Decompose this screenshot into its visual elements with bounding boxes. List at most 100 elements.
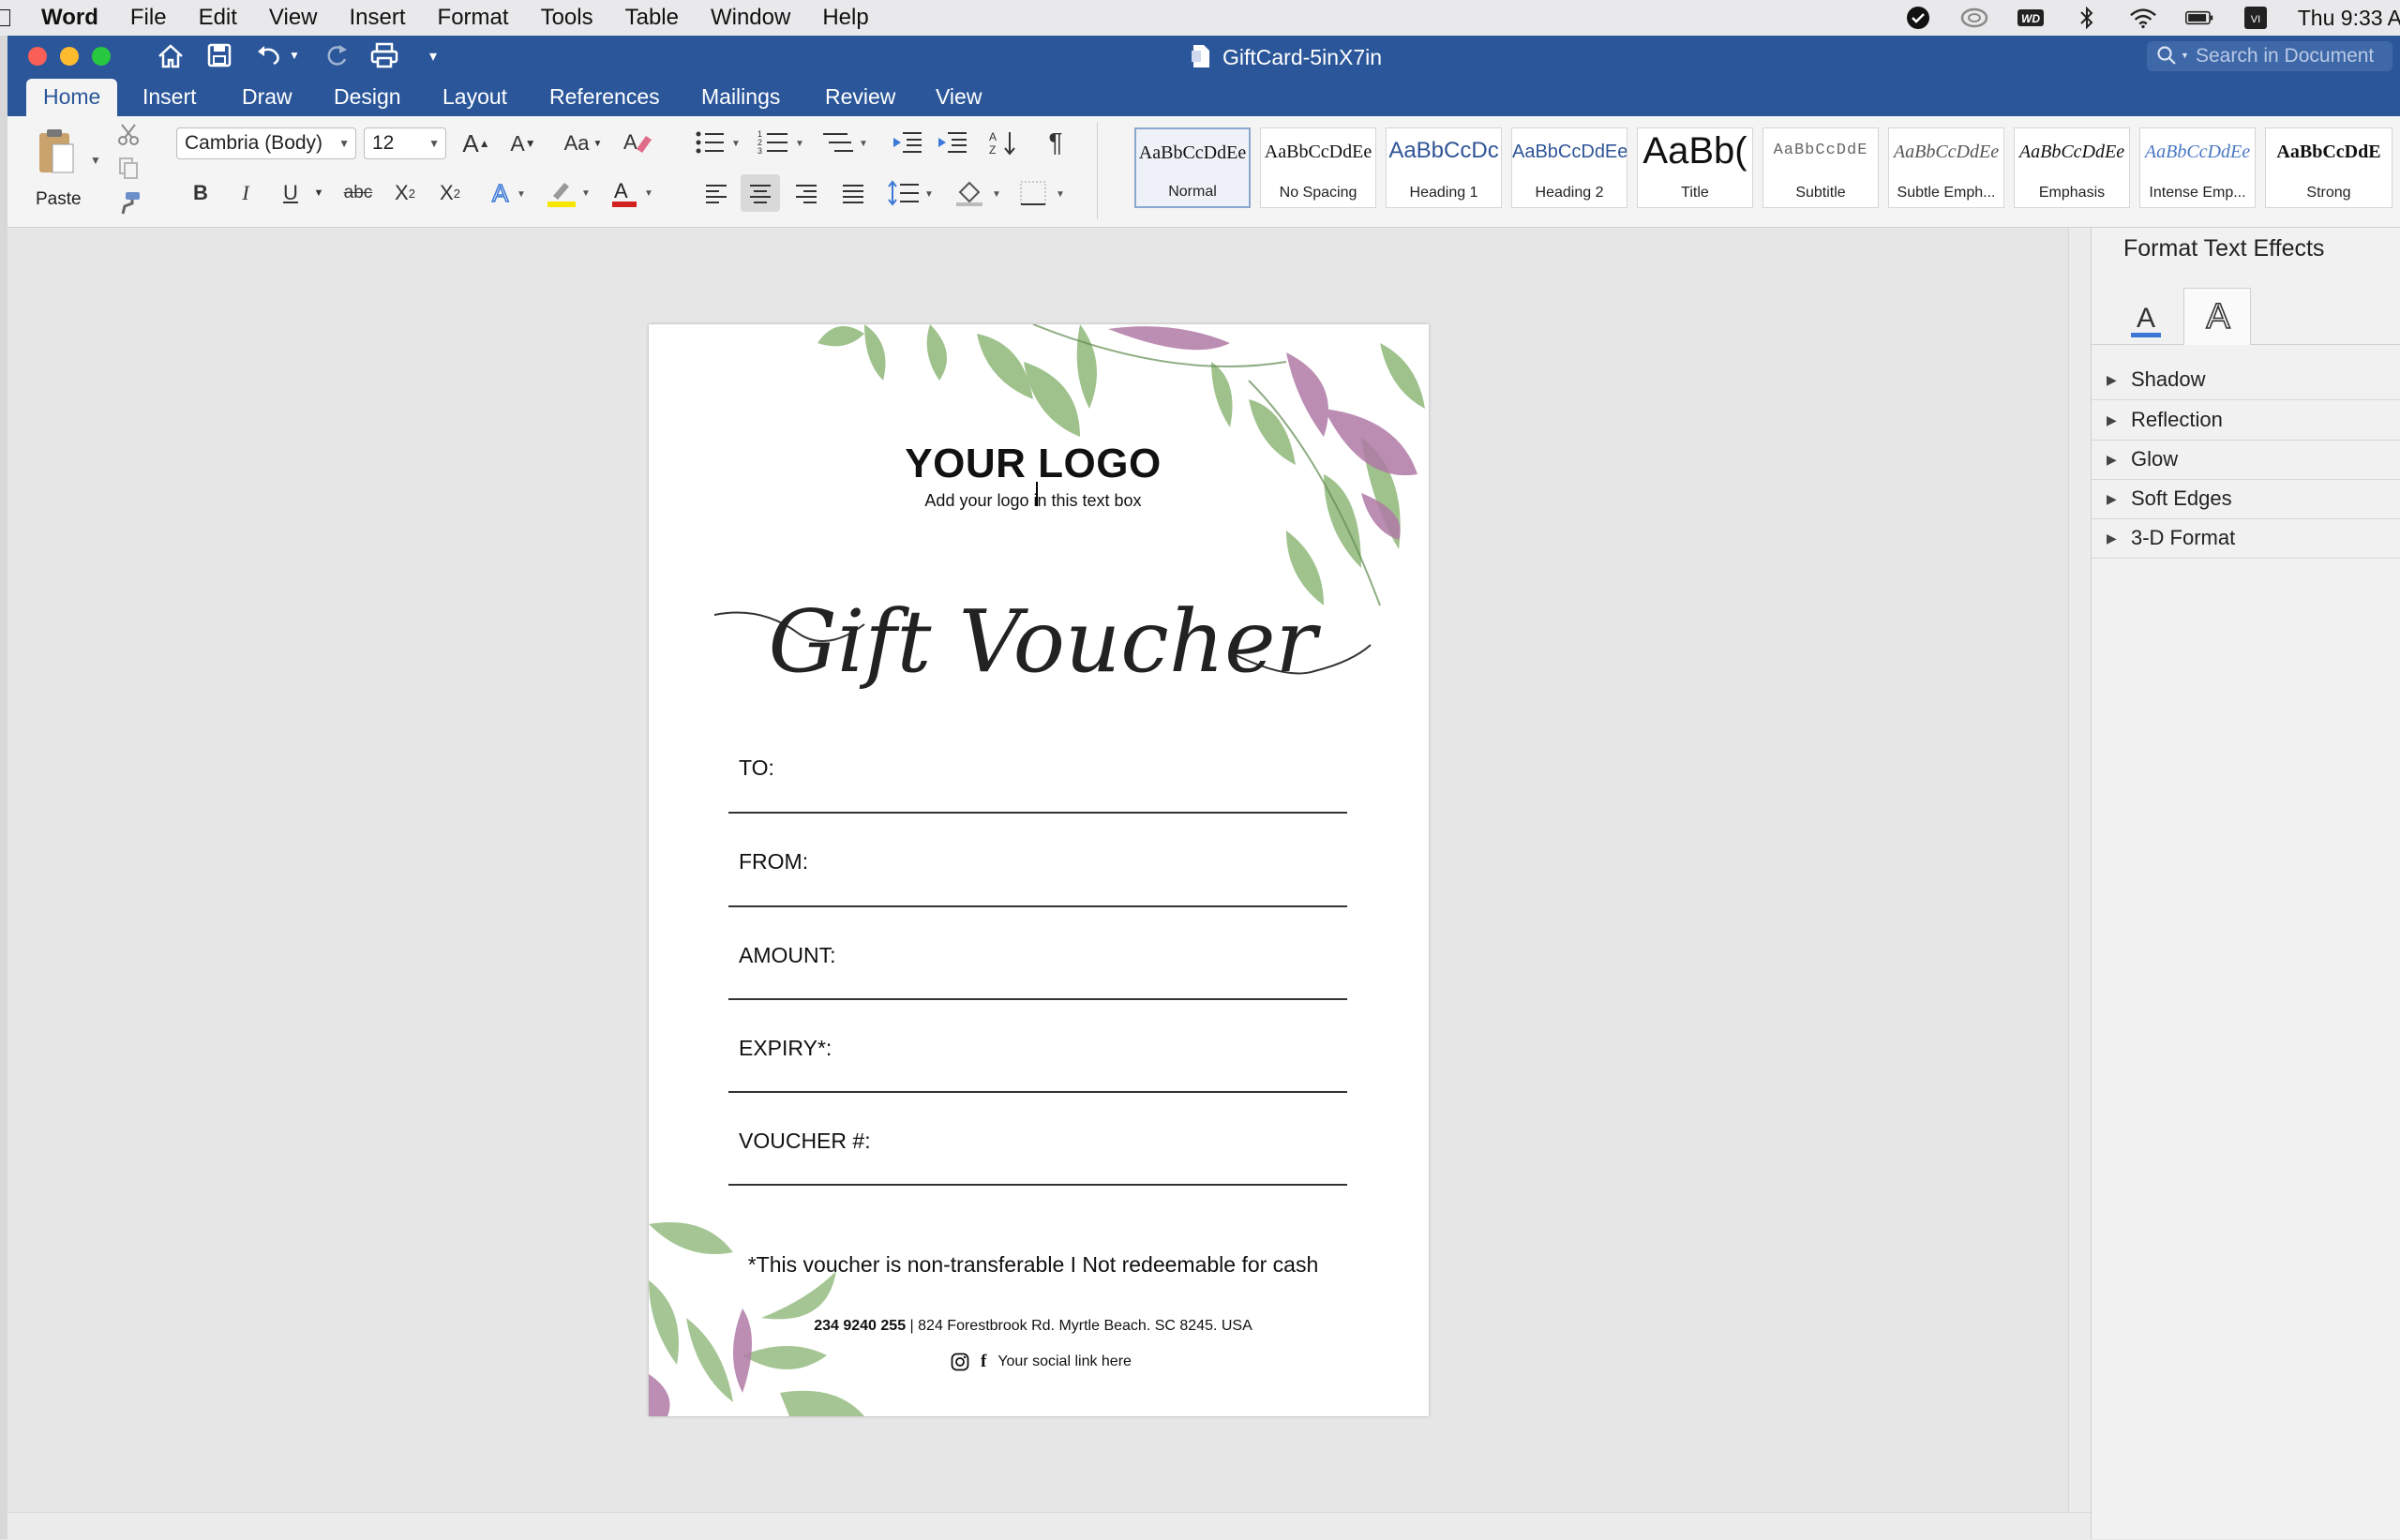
horizontal-scrollbar[interactable] xyxy=(8,1512,2091,1540)
menu-help[interactable]: Help xyxy=(822,5,868,31)
style-subtitle[interactable]: AaBbCcDdE Subtitle xyxy=(1762,127,1879,208)
justify-button[interactable] xyxy=(836,176,870,210)
underline-button[interactable]: U xyxy=(274,176,308,210)
wifi-icon[interactable] xyxy=(2129,6,2157,30)
bluetooth-icon[interactable] xyxy=(2073,6,2101,30)
subscript-button[interactable]: X2 xyxy=(386,176,424,210)
bullets-icon[interactable]: ▼ xyxy=(692,126,748,159)
clear-formatting-icon[interactable]: A xyxy=(619,126,656,159)
battery-icon[interactable] xyxy=(2184,6,2213,30)
print-icon[interactable] xyxy=(369,42,399,73)
minimize-window-button[interactable] xyxy=(60,47,79,66)
cut-icon[interactable] xyxy=(116,122,141,151)
tab-layout[interactable]: Layout xyxy=(442,79,507,116)
menu-window[interactable]: Window xyxy=(711,5,790,31)
show-formatting-marks-icon[interactable]: ¶ xyxy=(1037,126,1074,159)
menu-edit[interactable]: Edit xyxy=(199,5,237,31)
pane-section-shadow[interactable]: ▶ Shadow xyxy=(2092,360,2400,400)
tab-review[interactable]: Review xyxy=(825,79,895,116)
field-to-label[interactable]: TO: xyxy=(739,755,774,781)
customize-toolbar-icon[interactable]: ▾ xyxy=(429,47,437,66)
line-spacing-icon[interactable]: ▼ xyxy=(885,174,941,212)
menu-insert[interactable]: Insert xyxy=(350,5,406,31)
shrink-font-icon[interactable]: A ▼ xyxy=(504,127,542,159)
increase-indent-icon[interactable] xyxy=(934,126,971,159)
format-painter-icon[interactable] xyxy=(116,189,142,220)
apple-icon[interactable]:  xyxy=(0,4,13,33)
align-left-button[interactable] xyxy=(699,176,733,210)
tab-design[interactable]: Design xyxy=(334,79,401,116)
style-normal[interactable]: AaBbCcDdEe Normal xyxy=(1134,127,1251,208)
redo-icon[interactable] xyxy=(324,42,351,73)
clock[interactable]: Thu 9:33 A xyxy=(2298,6,2400,31)
field-from-label[interactable]: FROM: xyxy=(739,849,808,875)
style-subtle-emphasis[interactable]: AaBbCcDdEe Subtle Emph... xyxy=(1888,127,2004,208)
creative-cloud-icon[interactable] xyxy=(1960,6,1988,30)
style-emphasis[interactable]: AaBbCcDdEe Emphasis xyxy=(2014,127,2130,208)
disclaimer-text[interactable]: *This voucher is non-transferable I Not … xyxy=(649,1252,1418,1278)
font-color-icon[interactable]: A ▼ xyxy=(608,174,660,212)
sort-icon[interactable]: AZ xyxy=(984,126,1022,159)
strikethrough-button[interactable]: abc xyxy=(336,176,381,210)
social-line[interactable]: f Your social link here xyxy=(951,1352,1132,1372)
menu-tools[interactable]: Tools xyxy=(541,5,593,31)
paste-button[interactable]: ▼ Paste xyxy=(26,124,101,217)
pane-section-glow[interactable]: ▶ Glow xyxy=(2092,440,2400,480)
text-effects-icon[interactable]: A ▼ xyxy=(484,174,534,212)
tab-view[interactable]: View xyxy=(936,79,982,116)
paste-dropdown-icon[interactable]: ▼ xyxy=(90,154,101,167)
menu-table[interactable]: Table xyxy=(625,5,679,31)
highlight-color-icon[interactable]: ▼ xyxy=(542,174,598,212)
checkmark-status-icon[interactable] xyxy=(1904,6,1932,30)
style-strong[interactable]: AaBbCcDdE Strong xyxy=(2265,127,2392,208)
menu-file[interactable]: File xyxy=(130,5,167,31)
multilevel-list-icon[interactable]: ▼ xyxy=(819,126,876,159)
font-name-select[interactable]: Cambria (Body) ▼ xyxy=(176,127,356,159)
text-fill-outline-tab-icon[interactable]: A xyxy=(2125,297,2167,340)
style-heading-2[interactable]: AaBbCcDdEe Heading 2 xyxy=(1511,127,1628,208)
tab-home[interactable]: Home xyxy=(26,79,118,116)
bold-button[interactable]: B xyxy=(184,176,218,210)
zoom-window-button[interactable] xyxy=(92,47,111,66)
gift-voucher-heading[interactable]: Gift Voucher xyxy=(768,591,1321,692)
save-icon[interactable] xyxy=(206,42,232,73)
wd-drive-icon[interactable]: WD xyxy=(2017,6,2045,30)
undo-icon[interactable] xyxy=(255,42,283,73)
search-box[interactable]: ▼ Search in Document xyxy=(2147,41,2392,71)
contact-line[interactable]: 234 9240 255 | 824 Forestbrook Rd. Myrtl… xyxy=(649,1318,1418,1335)
input-source-icon[interactable]: VI xyxy=(2242,6,2270,30)
close-window-button[interactable] xyxy=(28,47,47,66)
change-case-icon[interactable]: Aa ▼ xyxy=(559,127,608,159)
style-intense-emphasis[interactable]: AaBbCcDdEe Intense Emp... xyxy=(2139,127,2256,208)
logo-title[interactable]: YOUR LOGO xyxy=(649,441,1418,487)
pane-section-3d-format[interactable]: ▶ 3-D Format xyxy=(2092,518,2400,559)
field-expiry-label[interactable]: EXPIRY*: xyxy=(739,1036,832,1061)
shading-icon[interactable]: ▼ xyxy=(952,174,1009,212)
align-center-button[interactable] xyxy=(741,174,780,212)
tab-insert[interactable]: Insert xyxy=(142,79,197,116)
logo-subtitle[interactable]: Add your logo in this text box xyxy=(649,491,1418,511)
home-icon[interactable] xyxy=(156,41,186,76)
tab-draw[interactable]: Draw xyxy=(242,79,292,116)
document-page[interactable]: YOUR LOGO Add your logo in this text box… xyxy=(649,324,1429,1416)
field-voucher-number-label[interactable]: VOUCHER #: xyxy=(739,1129,871,1154)
tab-references[interactable]: References xyxy=(549,79,660,116)
style-heading-1[interactable]: AaBbCcDc Heading 1 xyxy=(1386,127,1502,208)
decrease-indent-icon[interactable] xyxy=(889,126,926,159)
copy-icon[interactable] xyxy=(116,156,141,185)
undo-dropdown-icon[interactable]: ▼ xyxy=(289,49,300,62)
borders-icon[interactable]: ▼ xyxy=(1016,174,1072,212)
field-amount-label[interactable]: AMOUNT: xyxy=(739,943,836,968)
align-right-button[interactable] xyxy=(789,176,823,210)
numbering-icon[interactable]: 1 2 3 ▼ xyxy=(756,126,812,159)
tab-mailings[interactable]: Mailings xyxy=(701,79,780,116)
font-size-select[interactable]: 12 ▼ xyxy=(364,127,446,159)
menu-format[interactable]: Format xyxy=(438,5,509,31)
menu-view[interactable]: View xyxy=(269,5,318,31)
vertical-scrollbar[interactable] xyxy=(2068,228,2092,1512)
italic-button[interactable]: I xyxy=(229,176,262,210)
pane-section-soft-edges[interactable]: ▶ Soft Edges xyxy=(2092,479,2400,519)
pane-section-reflection[interactable]: ▶ Reflection xyxy=(2092,400,2400,441)
grow-font-icon[interactable]: A ▲ xyxy=(458,127,495,159)
underline-dropdown-icon[interactable]: ▼ xyxy=(311,176,326,210)
